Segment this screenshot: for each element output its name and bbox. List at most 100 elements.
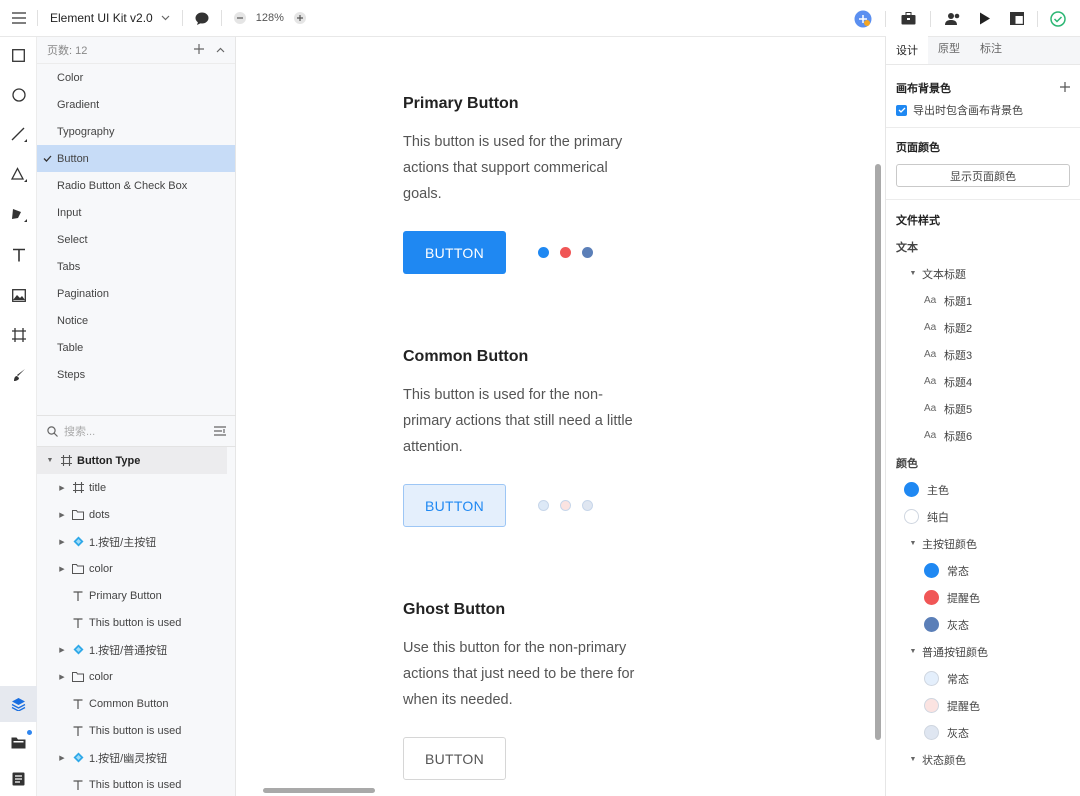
sync-status-icon[interactable] xyxy=(1042,3,1074,35)
canvas-vertical-scrollbar[interactable] xyxy=(875,164,881,740)
color-style-item[interactable]: 常态 xyxy=(896,557,1070,584)
layer-item[interactable]: This button is used xyxy=(37,717,236,744)
primary-button-sample[interactable]: BUTTON xyxy=(403,231,506,274)
primary-btn-color-group[interactable]: ▼ 主按钮颜色 xyxy=(896,530,1070,557)
common-btn-color-group[interactable]: ▼ 普通按钮颜色 xyxy=(896,638,1070,665)
layout-icon[interactable] xyxy=(1001,3,1033,35)
artboard[interactable]: Primary Button This button is used for t… xyxy=(236,37,885,796)
caret-right-icon[interactable]: ▶ xyxy=(57,538,67,546)
show-page-color-button[interactable]: 显示页面颜色 xyxy=(896,164,1070,187)
layers-panel-icon[interactable] xyxy=(0,686,37,722)
page-item[interactable]: Gradient xyxy=(37,91,235,118)
zoom-out-icon[interactable] xyxy=(233,12,246,24)
brush-tool-icon[interactable] xyxy=(0,357,37,393)
export-bg-checkbox[interactable] xyxy=(896,104,907,116)
color-style-item[interactable]: 灰态 xyxy=(896,719,1070,746)
inspector-tab[interactable]: 原型 xyxy=(928,40,970,64)
comment-icon[interactable] xyxy=(195,12,209,25)
play-icon[interactable] xyxy=(969,3,1001,35)
image-tool-icon[interactable] xyxy=(0,277,37,313)
pen-tool-icon[interactable] xyxy=(0,197,37,233)
caret-right-icon[interactable]: ▶ xyxy=(57,484,67,492)
text-style-item[interactable]: Aa 标题2 xyxy=(896,314,1070,341)
color-style-item[interactable]: 提醒色 xyxy=(896,584,1070,611)
canvas-horizontal-scrollbar[interactable] xyxy=(263,788,375,793)
document-title[interactable]: Element UI Kit v2.0 xyxy=(50,11,153,25)
zoom-in-icon[interactable] xyxy=(293,12,306,24)
layer-item[interactable]: ▶ 1.按钮/普通按钮 xyxy=(37,636,236,663)
layer-search[interactable]: 搜索... xyxy=(37,415,236,447)
text-style-item[interactable]: Aa 标题5 xyxy=(896,395,1070,422)
rectangle-tool-icon[interactable] xyxy=(0,37,37,73)
page-item[interactable]: Typography xyxy=(37,118,235,145)
chevron-down-icon[interactable] xyxy=(161,15,170,21)
layer-item[interactable]: ▼ Button Type xyxy=(37,447,227,474)
caret-down-icon[interactable]: ▼ xyxy=(45,457,55,464)
page-item[interactable]: Steps xyxy=(37,361,235,388)
layer-item[interactable]: ▶ color xyxy=(37,555,236,582)
text-subgroup[interactable]: ▼ 文本标题 xyxy=(896,260,1070,287)
text-style-item[interactable]: Aa 标题1 xyxy=(896,287,1070,314)
layer-item[interactable]: ▶ title xyxy=(37,474,236,501)
caret-right-icon[interactable]: ▶ xyxy=(57,754,67,762)
caret-right-icon[interactable]: ▶ xyxy=(57,511,67,519)
add-bg-icon[interactable] xyxy=(1060,81,1070,95)
frame-tool-icon[interactable] xyxy=(0,317,37,353)
page-item[interactable]: Select xyxy=(37,226,235,253)
filter-icon[interactable] xyxy=(214,426,226,436)
plugin-icon[interactable] xyxy=(847,3,879,35)
layer-item[interactable]: ▶ dots xyxy=(37,501,236,528)
layer-item[interactable]: This button is used xyxy=(37,609,236,636)
layer-item[interactable]: This button is used xyxy=(37,771,236,796)
menu-icon[interactable] xyxy=(0,0,37,37)
page-item[interactable]: Input xyxy=(37,199,235,226)
layer-item[interactable]: Common Button xyxy=(37,690,236,717)
color-style-item[interactable]: 灰态 xyxy=(896,611,1070,638)
page-item[interactable]: Tabs xyxy=(37,253,235,280)
ghost-button-section[interactable]: Ghost Button Use this button for the non… xyxy=(403,601,663,713)
inspector-tab[interactable]: 设计 xyxy=(886,36,928,64)
page-item[interactable]: Color xyxy=(37,64,235,91)
layer-item[interactable]: ▶ 1.按钮/主按钮 xyxy=(37,528,236,555)
users-icon[interactable] xyxy=(937,3,969,35)
text-tool-icon[interactable] xyxy=(0,237,37,273)
search-input[interactable]: 搜索... xyxy=(64,423,214,439)
page-item[interactable]: Notice xyxy=(37,307,235,334)
notes-panel-icon[interactable] xyxy=(0,761,37,796)
page-item[interactable]: Pagination xyxy=(37,280,235,307)
collapse-pages-icon[interactable] xyxy=(216,44,225,56)
zoom-level[interactable]: 128% xyxy=(256,12,284,24)
notification-dot xyxy=(27,730,32,735)
text-style-item[interactable]: Aa 标题3 xyxy=(896,341,1070,368)
color-style-item[interactable]: 常态 xyxy=(896,665,1070,692)
ellipse-tool-icon[interactable] xyxy=(0,77,37,113)
common-button-section[interactable]: Common Button This button is used for th… xyxy=(403,348,663,460)
text-style-item[interactable]: Aa 标题4 xyxy=(896,368,1070,395)
layer-item[interactable]: ▶ color xyxy=(37,663,236,690)
design-canvas[interactable]: Primary Button This button is used for t… xyxy=(236,37,885,796)
text-style-item[interactable]: Aa 标题6 xyxy=(896,422,1070,449)
common-button-sample[interactable]: BUTTON xyxy=(403,484,506,527)
page-item[interactable]: Table xyxy=(37,334,235,361)
triangle-tool-icon[interactable] xyxy=(0,157,37,193)
caret-right-icon[interactable]: ▶ xyxy=(57,673,67,681)
add-page-icon[interactable] xyxy=(194,43,204,57)
color-style-item[interactable]: 主色 xyxy=(896,476,1070,503)
layer-item[interactable]: ▶ 1.按钮/幽灵按钮 xyxy=(37,744,236,771)
color-style-label: 常态 xyxy=(947,673,969,686)
line-tool-icon[interactable] xyxy=(0,117,37,153)
text-style-label: 标题6 xyxy=(944,430,973,443)
color-style-item[interactable]: 纯白 xyxy=(896,503,1070,530)
inspector-tab[interactable]: 标注 xyxy=(970,40,1012,64)
briefcase-icon[interactable] xyxy=(892,3,924,35)
caret-right-icon[interactable]: ▶ xyxy=(57,646,67,654)
assets-panel-icon[interactable] xyxy=(0,724,37,760)
primary-button-section[interactable]: Primary Button This button is used for t… xyxy=(403,95,663,207)
ghost-button-sample[interactable]: BUTTON xyxy=(403,737,506,780)
caret-right-icon[interactable]: ▶ xyxy=(57,565,67,573)
layer-item[interactable]: Primary Button xyxy=(37,582,236,609)
page-item[interactable]: Button xyxy=(37,145,235,172)
state-color-group[interactable]: ▼ 状态颜色 xyxy=(896,746,1070,773)
color-style-item[interactable]: 提醒色 xyxy=(896,692,1070,719)
page-item[interactable]: Radio Button & Check Box xyxy=(37,172,235,199)
